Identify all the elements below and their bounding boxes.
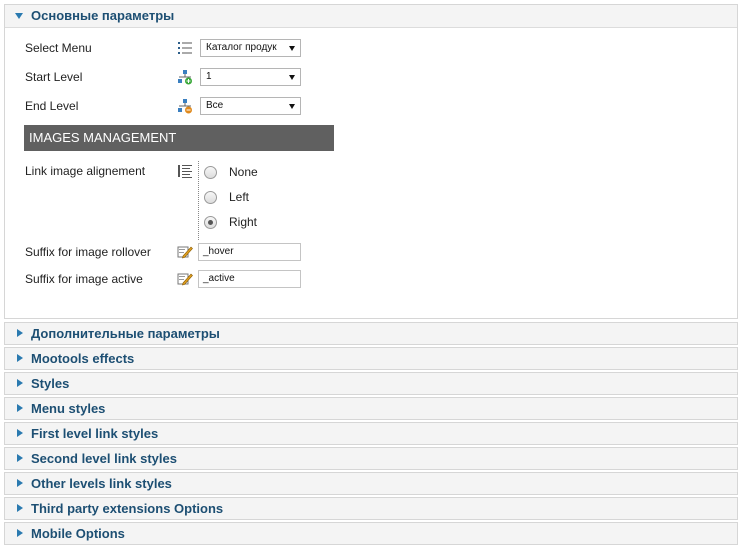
panel-title: First level link styles [31, 426, 159, 441]
end-level-dropdown[interactable]: Все [200, 97, 301, 115]
start-level-label: Start Level [25, 70, 83, 84]
pencil-icon [177, 273, 193, 286]
menu-styles-header[interactable]: Menu styles [5, 398, 737, 419]
styles-header[interactable]: Styles [5, 373, 737, 394]
panel-title: Основные параметры [31, 8, 175, 23]
radio-button[interactable] [204, 166, 217, 179]
radio-label-left: Left [229, 190, 250, 204]
chevron-right-icon [17, 354, 23, 362]
radio-button[interactable] [204, 191, 217, 204]
panel-title: Mobile Options [31, 526, 125, 541]
chevron-down-icon [289, 46, 295, 51]
chevron-right-icon [17, 379, 23, 387]
second-level-link-styles-header[interactable]: Second level link styles [5, 448, 737, 469]
panel-title: Other levels link styles [31, 476, 172, 491]
panel-title: Second level link styles [31, 451, 177, 466]
chevron-down-icon [289, 104, 295, 109]
select-menu-dropdown[interactable]: Каталог продук [200, 39, 301, 57]
select-menu-label: Select Menu [25, 41, 92, 55]
rollover-suffix-label: Suffix for image rollover [25, 245, 151, 259]
first-level-link-styles-header[interactable]: First level link styles [5, 423, 737, 444]
active-suffix-label: Suffix for image active [25, 272, 143, 286]
panel-third-party-extensions: Third party extensions Options [4, 497, 738, 520]
chevron-right-icon [17, 479, 23, 487]
panel-styles: Styles [4, 372, 738, 395]
radio-dot [208, 220, 213, 225]
chevron-right-icon [17, 404, 23, 412]
end-level-value: Все [206, 100, 224, 111]
radio-label-right: Right [229, 215, 258, 229]
panel-title: Mootools effects [31, 351, 135, 366]
radio-button-selected[interactable] [204, 216, 217, 229]
end-level-label: End Level [25, 99, 79, 113]
main-parameters-header[interactable]: Основные параметры [5, 5, 737, 28]
link-align-radio-group: None Left Right [198, 161, 279, 240]
expand-arrow-icon [15, 13, 23, 19]
rollover-suffix-input[interactable]: _hover [198, 243, 301, 261]
images-management-heading: IMAGES MANAGEMENT [24, 125, 334, 151]
select-menu-value: Каталог продук [206, 42, 277, 53]
panel-first-level-link-styles: First level link styles [4, 422, 738, 445]
mootools-effects-header[interactable]: Mootools effects [5, 348, 737, 369]
additional-parameters-header[interactable]: Дополнительные параметры [5, 323, 737, 344]
panel-menu-styles: Menu styles [4, 397, 738, 420]
active-suffix-input[interactable]: _active [198, 270, 301, 288]
chevron-right-icon [17, 529, 23, 537]
panel-title: Third party extensions Options [31, 501, 224, 516]
list-icon [178, 42, 192, 54]
third-party-extensions-header[interactable]: Third party extensions Options [5, 498, 737, 519]
radio-label-none: None [229, 165, 258, 179]
main-parameters-body: Select Menu Каталог продук Start Level 1 [5, 28, 737, 319]
chevron-right-icon [17, 504, 23, 512]
tree-remove-icon [178, 99, 192, 114]
main-parameters-panel: Основные параметры Select Menu Каталог п… [4, 4, 738, 319]
panel-title: Styles [31, 376, 70, 391]
chevron-right-icon [17, 329, 23, 337]
panel-mobile-options: Mobile Options [4, 522, 738, 545]
start-level-dropdown[interactable]: 1 [200, 68, 301, 86]
panel-mootools-effects: Mootools effects [4, 347, 738, 370]
chevron-right-icon [17, 454, 23, 462]
other-levels-link-styles-header[interactable]: Other levels link styles [5, 473, 737, 494]
align-list-icon [178, 165, 192, 178]
panel-other-levels-link-styles: Other levels link styles [4, 472, 738, 495]
panel-additional-parameters: Дополнительные параметры [4, 322, 738, 345]
chevron-down-icon [289, 75, 295, 80]
link-align-label: Link image alignement [25, 164, 146, 178]
chevron-right-icon [17, 429, 23, 437]
pencil-icon [177, 246, 193, 259]
tree-add-icon [178, 70, 192, 85]
panel-title: Дополнительные параметры [31, 326, 220, 341]
mobile-options-header[interactable]: Mobile Options [5, 523, 737, 544]
panel-second-level-link-styles: Second level link styles [4, 447, 738, 470]
start-level-value: 1 [206, 71, 212, 82]
panel-title: Menu styles [31, 401, 106, 416]
